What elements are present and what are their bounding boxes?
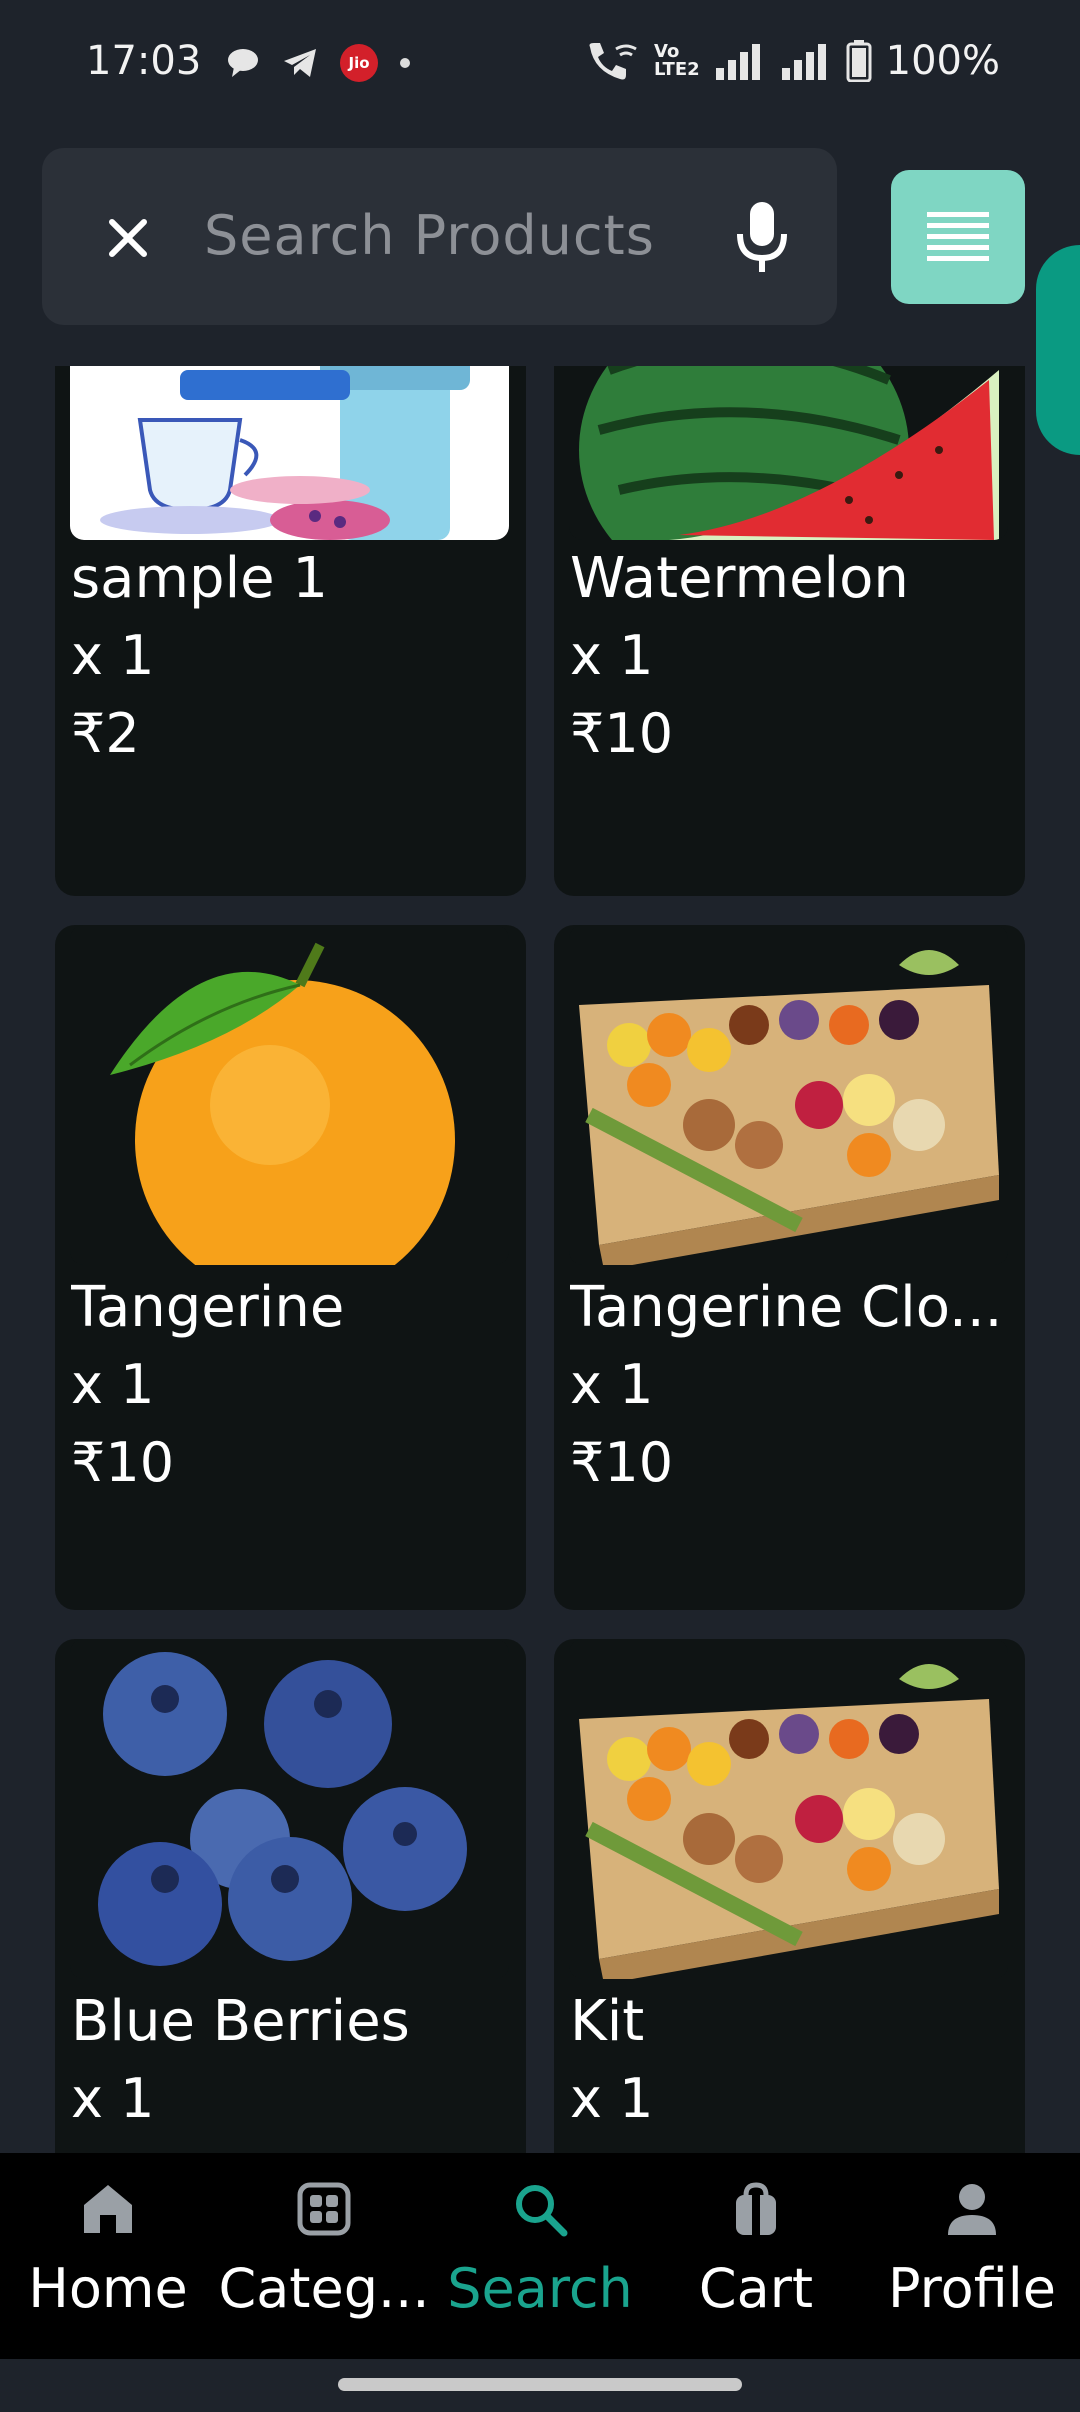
product-card[interactable]: Blue Berries x 1 bbox=[55, 1639, 526, 2153]
nav-categories[interactable]: Categ... bbox=[216, 2181, 432, 2341]
product-card[interactable]: Watermelon x 1 ₹10 bbox=[554, 366, 1025, 896]
nav-label: Search bbox=[447, 2257, 633, 2320]
notification-icons: Jio bbox=[226, 44, 410, 82]
product-price: ₹10 bbox=[570, 1431, 674, 1494]
product-name: Kit bbox=[570, 1989, 645, 2054]
product-image bbox=[70, 1639, 509, 1979]
search-input[interactable]: Search Products bbox=[204, 204, 655, 267]
product-image bbox=[70, 925, 509, 1265]
menu-button[interactable] bbox=[891, 170, 1025, 304]
product-grid: sample 1 x 1 ₹2 Watermelon x 1 ₹10 Tange… bbox=[0, 366, 1080, 2153]
product-name: Blue Berries bbox=[71, 1989, 410, 2054]
product-quantity: x 1 bbox=[71, 1353, 155, 1416]
telegram-icon bbox=[284, 49, 316, 77]
product-name: Watermelon bbox=[570, 546, 909, 611]
nav-home[interactable]: Home bbox=[0, 2181, 216, 2341]
product-name: sample 1 bbox=[71, 546, 329, 611]
bottom-navigation: Home Categ... Search Cart Profile bbox=[0, 2153, 1080, 2359]
product-image bbox=[569, 366, 1008, 540]
product-image bbox=[569, 1639, 1008, 1979]
product-image bbox=[569, 925, 1008, 1265]
product-price: ₹10 bbox=[570, 702, 674, 765]
volte-indicator: Vo LTE2 bbox=[654, 41, 700, 80]
product-card[interactable]: Tangerine x 1 ₹10 bbox=[55, 925, 526, 1610]
nav-search[interactable]: Search bbox=[432, 2181, 648, 2341]
menu-lines-icon bbox=[927, 212, 989, 261]
product-card[interactable]: sample 1 x 1 ₹2 bbox=[55, 366, 526, 896]
product-card[interactable]: Tangerine Clo... x 1 ₹10 bbox=[554, 925, 1025, 1610]
signal-2-icon bbox=[781, 44, 826, 80]
product-quantity: x 1 bbox=[71, 2067, 155, 2130]
nav-cart[interactable]: Cart bbox=[648, 2181, 864, 2341]
search-bar[interactable]: Search Products bbox=[42, 148, 837, 325]
battery-icon bbox=[846, 40, 872, 82]
status-time: 17:03 bbox=[86, 38, 202, 84]
close-icon[interactable] bbox=[98, 208, 158, 268]
home-icon bbox=[84, 2185, 132, 2233]
product-card[interactable]: Kit x 1 bbox=[554, 1639, 1025, 2153]
shopping-bag-icon bbox=[736, 2182, 776, 2235]
microphone-icon[interactable] bbox=[732, 200, 792, 276]
product-image bbox=[70, 366, 509, 540]
more-notifications-icon bbox=[400, 58, 410, 68]
person-icon bbox=[948, 2184, 996, 2235]
wifi-calling-icon bbox=[589, 43, 637, 80]
nav-label: Home bbox=[28, 2257, 188, 2320]
product-price: ₹2 bbox=[71, 702, 140, 765]
search-icon bbox=[516, 2185, 568, 2237]
signal-1-icon bbox=[715, 44, 760, 80]
message-icon bbox=[228, 49, 258, 77]
nav-label: Categ... bbox=[218, 2257, 430, 2320]
status-bar: 17:03 Jio Vo LTE2 100% bbox=[0, 0, 1080, 125]
nav-label: Cart bbox=[698, 2257, 814, 2320]
product-quantity: x 1 bbox=[570, 2067, 654, 2130]
home-indicator[interactable] bbox=[338, 2378, 742, 2391]
product-name: Tangerine Clo... bbox=[570, 1275, 1003, 1340]
battery-percent: 100% bbox=[885, 38, 1000, 84]
product-quantity: x 1 bbox=[570, 624, 654, 687]
jio-icon: Jio bbox=[340, 44, 378, 82]
nav-label: Profile bbox=[888, 2257, 1056, 2320]
product-price: ₹10 bbox=[71, 1431, 175, 1494]
grid-icon bbox=[297, 2182, 351, 2236]
product-quantity: x 1 bbox=[71, 624, 155, 687]
system-icons: Vo LTE2 100% bbox=[586, 38, 1000, 84]
product-name: Tangerine bbox=[71, 1275, 345, 1340]
nav-profile[interactable]: Profile bbox=[864, 2181, 1080, 2341]
product-quantity: x 1 bbox=[570, 1353, 654, 1416]
